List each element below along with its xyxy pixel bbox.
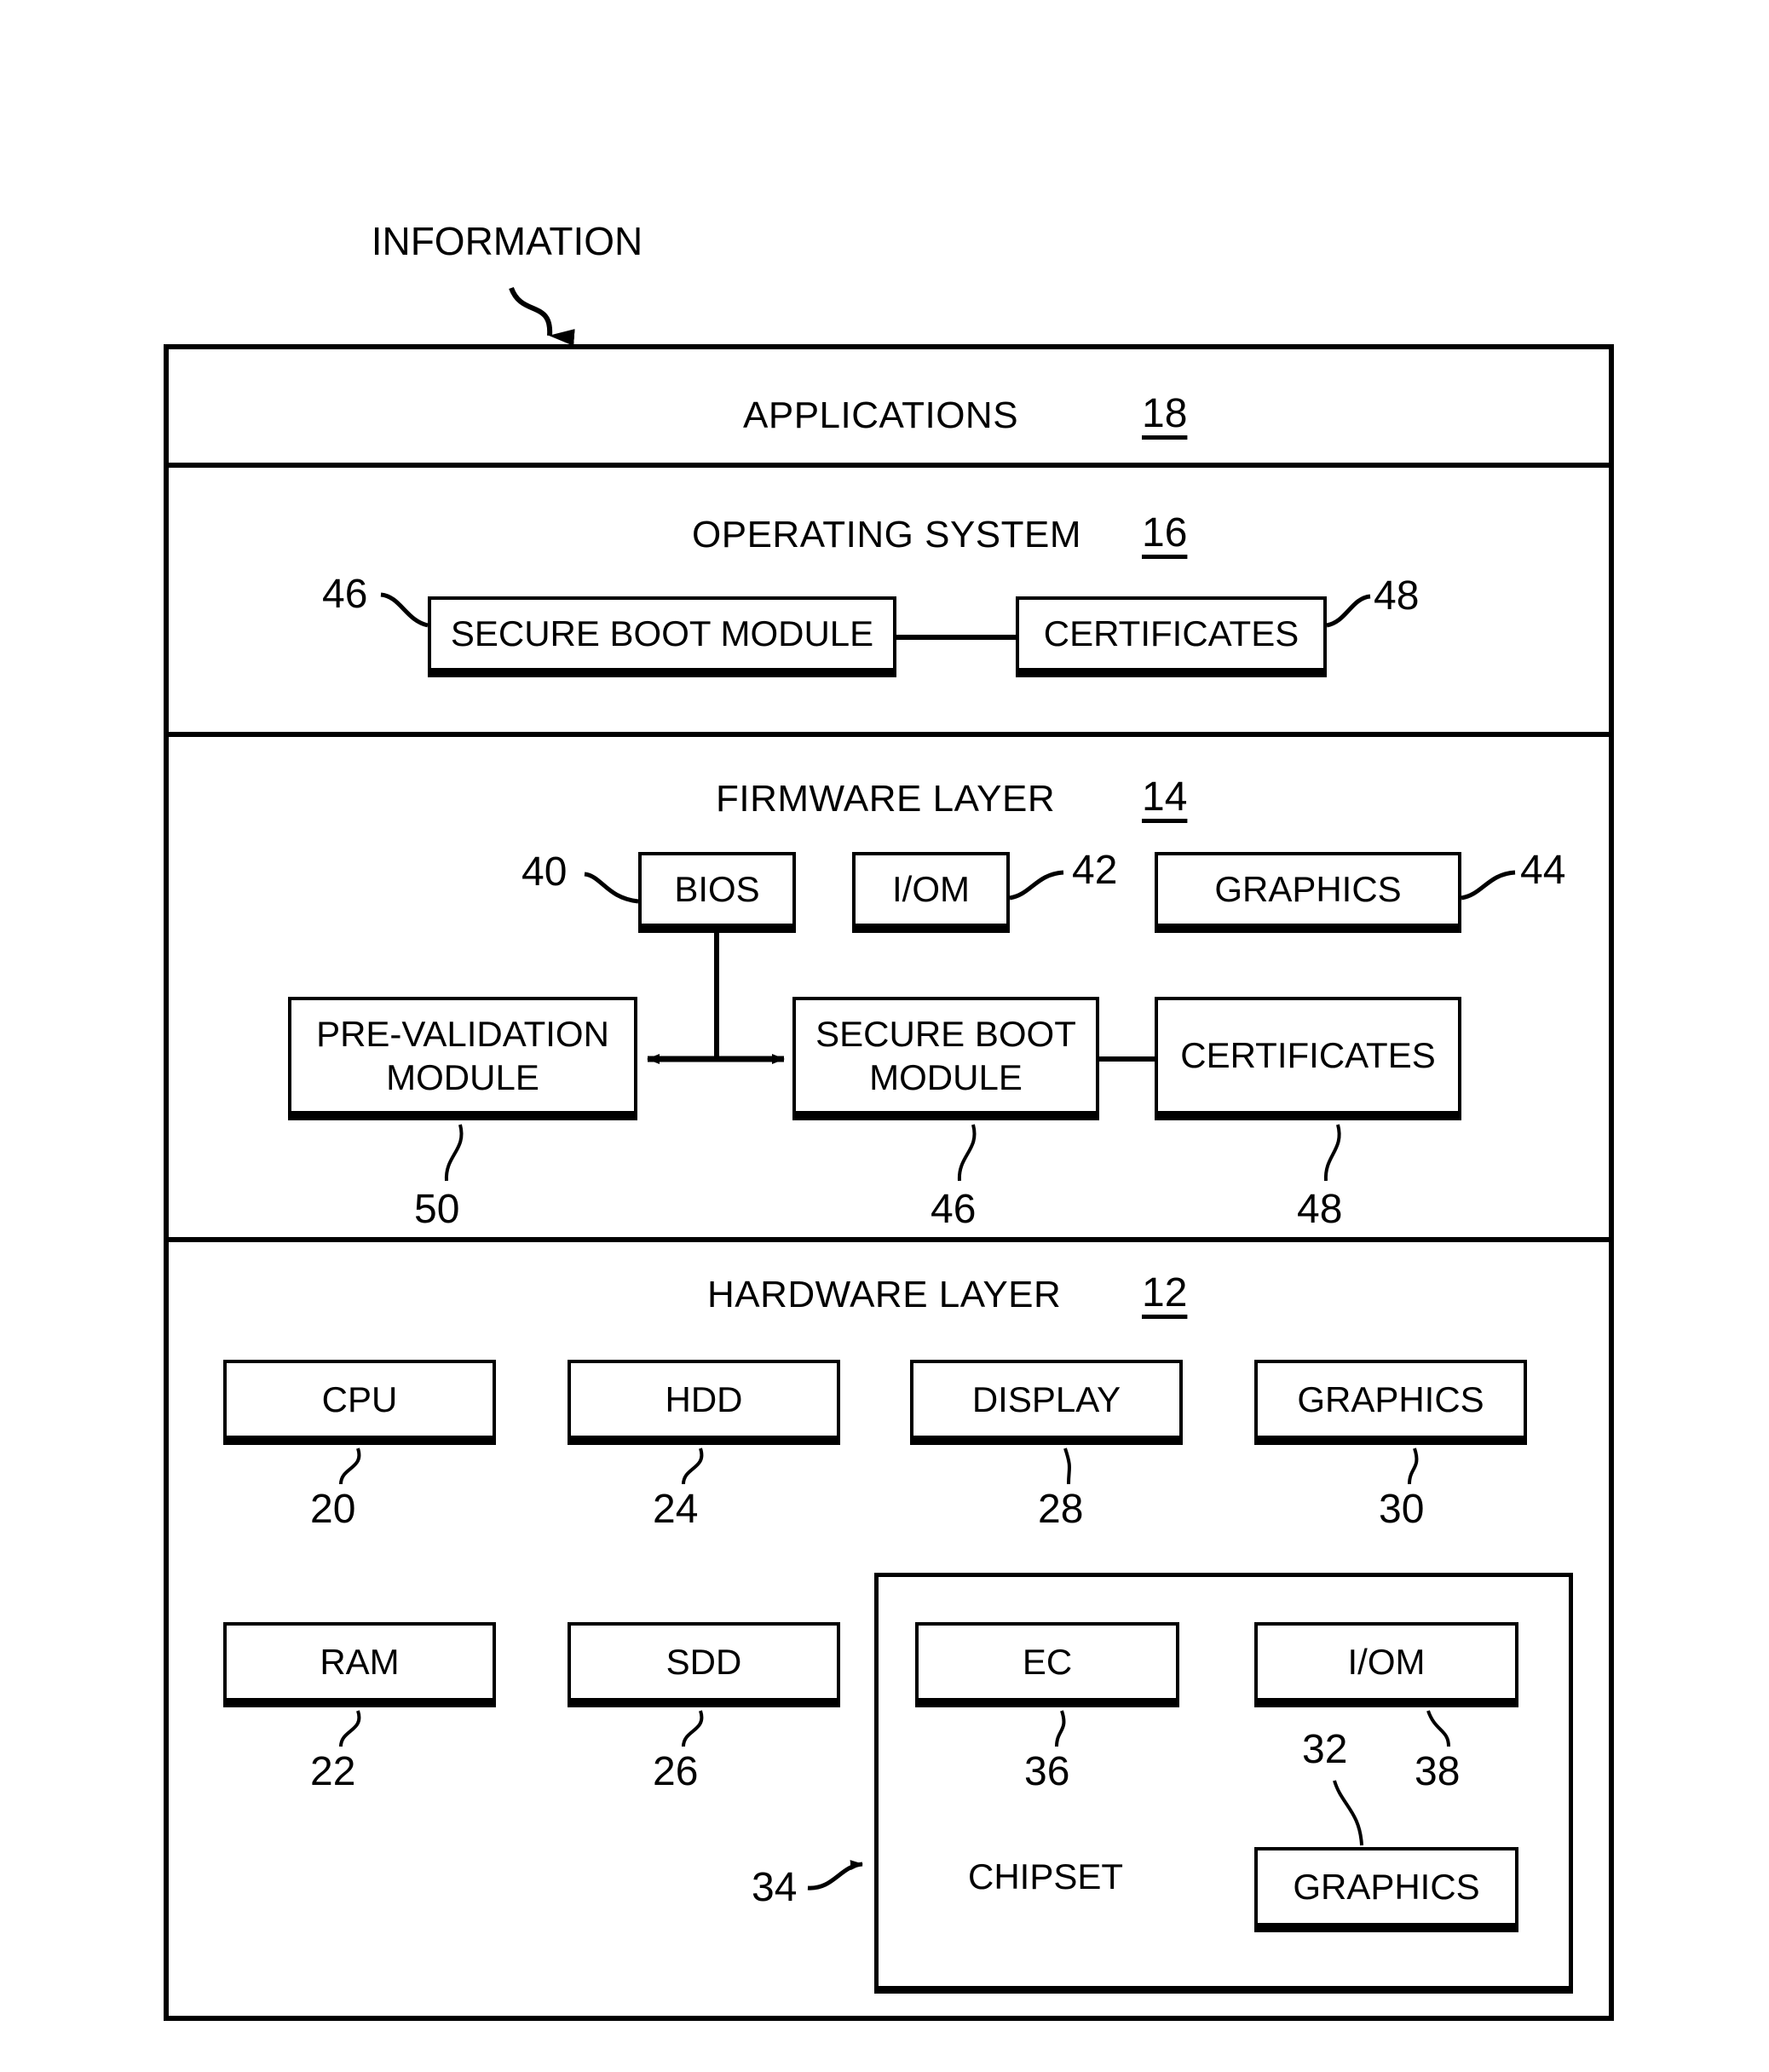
layer-label-hardware: HARDWARE LAYER (707, 1274, 1062, 1315)
firmware-iom-box[interactable]: I/OM (852, 852, 1010, 933)
chipset-ref: 34 (752, 1865, 798, 1910)
hardware-graphics-label: GRAPHICS (1297, 1378, 1484, 1419)
firmware-graphics-label: GRAPHICS (1214, 869, 1402, 910)
firmware-pre-validation-module-label-line-2: MODULE (386, 1057, 539, 1097)
hardware-sdd-ref: 26 (653, 1749, 699, 1794)
chipset-iom-ref: 38 (1415, 1749, 1461, 1794)
firmware-certificates-ref: 48 (1297, 1187, 1343, 1232)
chipset-ec-ref: 36 (1024, 1749, 1070, 1794)
hardware-ram-ref: 22 (310, 1749, 356, 1794)
layer-label-firmware: FIRMWARE LAYER (716, 778, 1056, 820)
hardware-display-box[interactable]: DISPLAY (910, 1360, 1183, 1445)
chipset-label: CHIPSET (968, 1856, 1124, 1896)
os-certificates-ref: 48 (1374, 573, 1420, 619)
hardware-ram-label: RAM (320, 1641, 400, 1682)
firmware-bios-label: BIOS (674, 869, 760, 910)
hardware-sdd-label: SDD (666, 1641, 742, 1682)
divider-os-firmware (164, 732, 1614, 737)
layer-ref-hardware: 12 (1142, 1270, 1188, 1315)
firmware-graphics-box[interactable]: GRAPHICS (1155, 852, 1461, 933)
chipset-iom-box[interactable]: I/OM (1254, 1622, 1518, 1707)
firmware-bios-box[interactable]: BIOS (638, 852, 796, 933)
chipset-ec-box[interactable]: EC (915, 1622, 1179, 1707)
hardware-sdd-box[interactable]: SDD (568, 1622, 840, 1707)
os-secure-boot-module-ref: 46 (322, 572, 368, 617)
firmware-certificates-label: CERTIFICATES (1180, 1035, 1436, 1076)
os-secure-boot-module-label: SECURE BOOT MODULE (450, 613, 874, 654)
firmware-secure-boot-module-label-line-1: SECURE BOOT (815, 1013, 1076, 1054)
hardware-hdd-ref: 24 (653, 1487, 699, 1532)
divider-firmware-hardware (164, 1237, 1614, 1242)
os-secure-boot-module-box[interactable]: SECURE BOOT MODULE (428, 596, 896, 677)
os-certificates-label: CERTIFICATES (1043, 613, 1299, 654)
figure-title-line-1: INFORMATION (371, 219, 643, 263)
firmware-secure-boot-module-box[interactable]: SECURE BOOT MODULE (792, 997, 1099, 1120)
firmware-pre-validation-module-ref: 50 (414, 1187, 460, 1232)
divider-applications-os (164, 463, 1614, 468)
firmware-iom-label: I/OM (892, 869, 970, 910)
layer-ref-operating-system: 16 (1142, 510, 1188, 555)
hardware-display-ref: 28 (1038, 1487, 1084, 1532)
hardware-cpu-box[interactable]: CPU (223, 1360, 496, 1445)
hardware-display-label: DISPLAY (971, 1378, 1121, 1419)
chipset-graphics-label: GRAPHICS (1293, 1866, 1480, 1907)
hardware-graphics-ref: 30 (1379, 1487, 1425, 1532)
layer-ref-applications: 18 (1142, 391, 1188, 436)
layer-label-operating-system: OPERATING SYSTEM (692, 514, 1082, 555)
layer-ref-firmware: 14 (1142, 774, 1188, 820)
figure-canvas: INFORMATION HANDLING SYSTEM 10 APPLICATI… (0, 0, 1769, 2072)
hardware-cpu-label: CPU (321, 1378, 398, 1419)
hardware-hdd-label: HDD (665, 1378, 743, 1419)
chipset-graphics-ref: 32 (1302, 1727, 1348, 1772)
firmware-pre-validation-module-box[interactable]: PRE-VALIDATION MODULE (288, 997, 637, 1120)
hardware-ram-box[interactable]: RAM (223, 1622, 496, 1707)
firmware-pre-validation-module-label-line-1: PRE-VALIDATION (316, 1013, 609, 1054)
firmware-iom-ref: 42 (1072, 848, 1118, 893)
hardware-hdd-box[interactable]: HDD (568, 1360, 840, 1445)
firmware-bios-ref: 40 (521, 849, 568, 895)
chipset-graphics-box[interactable]: GRAPHICS (1254, 1847, 1518, 1932)
chipset-ec-label: EC (1022, 1641, 1073, 1682)
hardware-cpu-ref: 20 (310, 1487, 356, 1532)
layer-label-applications: APPLICATIONS (743, 394, 1019, 436)
firmware-secure-boot-module-label-line-2: MODULE (869, 1057, 1023, 1097)
firmware-graphics-ref: 44 (1520, 848, 1566, 893)
firmware-certificates-box[interactable]: CERTIFICATES (1155, 997, 1461, 1120)
chipset-iom-label: I/OM (1347, 1641, 1426, 1682)
hardware-graphics-box[interactable]: GRAPHICS (1254, 1360, 1527, 1445)
os-certificates-box[interactable]: CERTIFICATES (1016, 596, 1327, 677)
firmware-secure-boot-module-ref: 46 (931, 1187, 977, 1232)
